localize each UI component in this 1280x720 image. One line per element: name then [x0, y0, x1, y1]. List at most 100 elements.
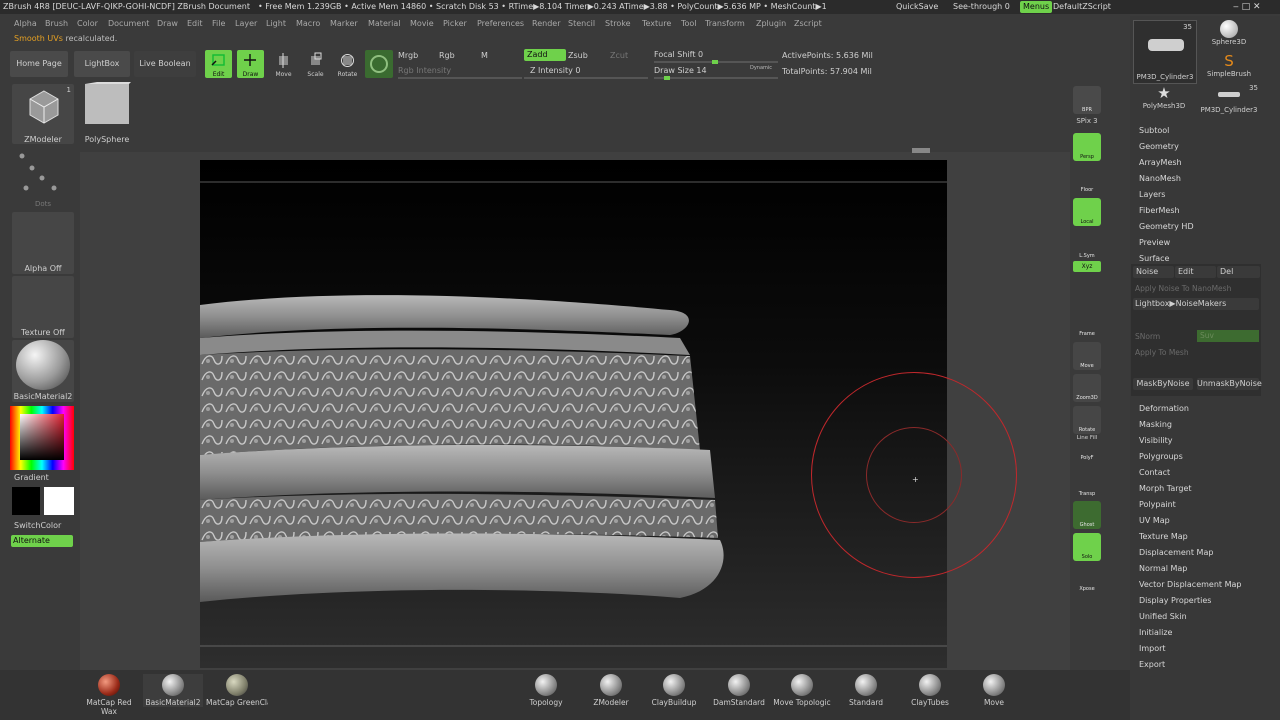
- floor-button[interactable]: Floor: [1073, 166, 1101, 194]
- alpha-slot[interactable]: Alpha Off: [12, 212, 74, 274]
- menu-preferences[interactable]: Preferences: [477, 16, 524, 32]
- mask-by-noise-button[interactable]: MaskByNoise: [1133, 378, 1193, 390]
- menu-picker[interactable]: Picker: [443, 16, 467, 32]
- subtool-menu[interactable]: Subtool: [1139, 126, 1169, 135]
- bpr-button[interactable]: BPR: [1073, 86, 1101, 114]
- live-boolean-button[interactable]: Live Boolean: [134, 51, 196, 77]
- material-matcap-red-wax[interactable]: MatCap Red Wax: [78, 674, 140, 716]
- menu-layer[interactable]: Layer: [235, 16, 257, 32]
- switchcolor-button[interactable]: SwitchColor: [14, 521, 61, 530]
- brush-topology[interactable]: Topology: [528, 674, 564, 707]
- move-view-button[interactable]: Move: [1073, 342, 1101, 370]
- gradient-label[interactable]: Gradient: [14, 473, 49, 482]
- menu-stroke[interactable]: Stroke: [605, 16, 631, 32]
- uv-map-menu[interactable]: UV Map: [1139, 516, 1170, 525]
- z-intensity-slider[interactable]: Z Intensity 0: [530, 66, 580, 75]
- scale-button[interactable]: Scale: [302, 50, 329, 78]
- zadd-button[interactable]: Zadd: [524, 49, 566, 61]
- color-square[interactable]: [20, 414, 64, 460]
- rotate-view-button[interactable]: Rotate: [1073, 406, 1101, 434]
- normal-map-menu[interactable]: Normal Map: [1139, 564, 1187, 573]
- menu-color[interactable]: Color: [77, 16, 98, 32]
- brush-claytubes[interactable]: ClayTubes: [906, 674, 954, 707]
- brush-move-topological[interactable]: Move Topologic: [770, 674, 834, 707]
- menu-render[interactable]: Render: [532, 16, 560, 32]
- polygroups-menu[interactable]: Polygroups: [1139, 452, 1183, 461]
- zsub-button[interactable]: Zsub: [568, 51, 588, 60]
- solo-button[interactable]: Solo: [1073, 533, 1101, 561]
- fibermesh-menu[interactable]: FiberMesh: [1139, 206, 1180, 215]
- menu-light[interactable]: Light: [266, 16, 286, 32]
- spix-slider[interactable]: SPix 3: [1073, 117, 1101, 125]
- apply-noise-nanomesh-button[interactable]: Apply Noise To NanoMesh: [1135, 284, 1231, 293]
- layers-menu[interactable]: Layers: [1139, 190, 1165, 199]
- dynamic-toggle[interactable]: Dynamic: [750, 65, 772, 71]
- color-picker[interactable]: [10, 406, 74, 470]
- draw-size-slider[interactable]: Draw Size 14: [654, 66, 707, 75]
- menu-material[interactable]: Material: [368, 16, 401, 32]
- lsym-button[interactable]: L.Sym: [1073, 232, 1101, 260]
- window-controls[interactable]: ‒ □ ✕: [1233, 0, 1261, 14]
- menu-draw[interactable]: Draw: [157, 16, 178, 32]
- deformation-menu[interactable]: Deformation: [1139, 404, 1189, 413]
- menu-movie[interactable]: Movie: [410, 16, 434, 32]
- lightbox-noisemakers-button[interactable]: Lightbox▶NoiseMakers: [1133, 298, 1259, 310]
- rgb-intensity-slider[interactable]: Rgb Intensity: [398, 66, 451, 75]
- local-button[interactable]: Local: [1073, 198, 1101, 226]
- snorm-button[interactable]: SNorm: [1135, 332, 1160, 341]
- menu-macro[interactable]: Macro: [296, 16, 320, 32]
- unmask-by-noise-button[interactable]: UnmaskByNoise: [1197, 378, 1262, 390]
- alternate-button[interactable]: Alternate: [11, 535, 73, 547]
- edit-button[interactable]: Edit: [205, 50, 232, 78]
- tool-thumb-pm3d-cylinder-2[interactable]: 35 PM3D_Cylinder3: [1198, 84, 1260, 114]
- material-basicmaterial2[interactable]: BasicMaterial2: [143, 674, 203, 707]
- m-button[interactable]: M: [481, 51, 488, 60]
- focal-shift-slider[interactable]: Focal Shift 0: [654, 50, 703, 59]
- rotate-button[interactable]: Rotate: [334, 50, 361, 78]
- menu-file[interactable]: File: [212, 16, 225, 32]
- quicksave-button[interactable]: QuickSave: [896, 0, 938, 14]
- geometry-menu[interactable]: Geometry: [1139, 142, 1179, 151]
- frame-button[interactable]: Frame: [1073, 310, 1101, 338]
- masking-menu[interactable]: Masking: [1139, 420, 1172, 429]
- noise-edit-button[interactable]: Edit: [1175, 266, 1216, 278]
- secondary-color-swatch[interactable]: [44, 487, 74, 515]
- contact-menu[interactable]: Contact: [1139, 468, 1170, 477]
- zoom3d-button[interactable]: Zoom3D: [1073, 374, 1101, 402]
- menu-texture[interactable]: Texture: [642, 16, 671, 32]
- tool-thumb-simplebrush[interactable]: S SimpleBrush: [1198, 52, 1260, 82]
- xpose-button[interactable]: Xpose: [1073, 565, 1101, 593]
- brush-claybuildup[interactable]: ClayBuildup: [651, 674, 697, 707]
- zcut-button[interactable]: Zcut: [610, 51, 628, 60]
- brush-damstandard[interactable]: DamStandard: [711, 674, 767, 707]
- menu-tool[interactable]: Tool: [681, 16, 697, 32]
- brush-standard[interactable]: Standard: [845, 674, 887, 707]
- geometry-hd-menu[interactable]: Geometry HD: [1139, 222, 1194, 231]
- main-color-swatch[interactable]: [12, 487, 40, 515]
- draw-button[interactable]: Draw: [237, 50, 264, 78]
- tool-thumb-pm3d-cylinder[interactable]: 35 PM3D_Cylinder3: [1133, 20, 1197, 84]
- noise-del-button[interactable]: Del: [1217, 266, 1260, 278]
- unified-skin-menu[interactable]: Unified Skin: [1139, 612, 1187, 621]
- default-zscript-button[interactable]: DefaultZScript: [1053, 0, 1111, 14]
- mrgb-button[interactable]: Mrgb: [398, 51, 418, 60]
- lightbox-button[interactable]: LightBox: [74, 51, 130, 77]
- vector-displacement-map-menu[interactable]: Vector Displacement Map: [1139, 580, 1241, 589]
- preview-menu[interactable]: Preview: [1139, 238, 1170, 247]
- export-menu[interactable]: Export: [1139, 660, 1165, 669]
- noise-button[interactable]: Noise: [1133, 266, 1174, 278]
- transp-button[interactable]: Transp: [1073, 470, 1101, 498]
- menu-document[interactable]: Document: [108, 16, 149, 32]
- symmetry-button[interactable]: [365, 50, 393, 78]
- texture-map-menu[interactable]: Texture Map: [1139, 532, 1188, 541]
- stroke-slot[interactable]: Dots: [12, 148, 74, 210]
- persp-button[interactable]: Persp: [1073, 133, 1101, 161]
- menu-brush[interactable]: Brush: [45, 16, 68, 32]
- polypaint-menu[interactable]: Polypaint: [1139, 500, 1176, 509]
- canvas-scroll-handle[interactable]: [912, 148, 930, 153]
- arraymesh-menu[interactable]: ArrayMesh: [1139, 158, 1182, 167]
- menu-zplugin[interactable]: Zplugin: [756, 16, 786, 32]
- home-page-button[interactable]: Home Page: [10, 51, 68, 77]
- texture-slot[interactable]: Texture Off: [12, 276, 74, 338]
- ghost-button[interactable]: Ghost: [1073, 501, 1101, 529]
